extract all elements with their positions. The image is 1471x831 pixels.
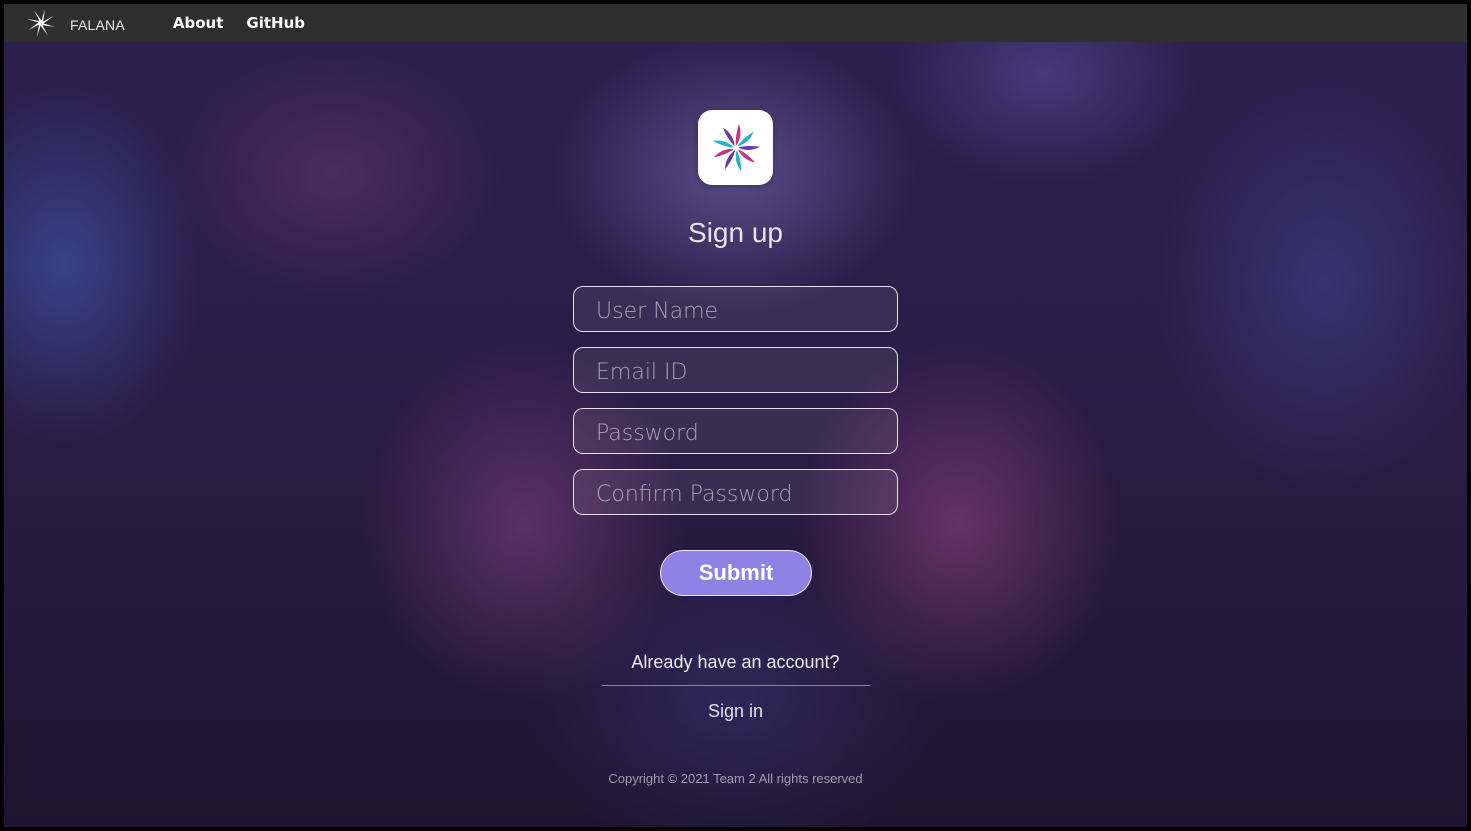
signin-link[interactable]: Sign in	[708, 701, 763, 721]
account-prompt: Already have an account?	[631, 652, 840, 672]
page-title: Sign up	[688, 217, 783, 248]
nav-about-link[interactable]: About	[173, 14, 224, 32]
submit-button[interactable]: Submit	[660, 550, 812, 596]
brand[interactable]: FALANA	[24, 6, 125, 40]
nav-links: About GitHub	[173, 14, 328, 32]
brand-name: FALANA	[70, 16, 125, 33]
signin-container: Sign in	[4, 701, 1467, 722]
divider	[602, 685, 870, 686]
confirm-password-field[interactable]	[573, 469, 898, 515]
password-field[interactable]	[573, 408, 898, 454]
page: FALANA About GitHub Sign up Su	[4, 4, 1467, 827]
nav-github-link[interactable]: GitHub	[246, 14, 305, 32]
top-navbar: FALANA About GitHub	[4, 4, 1467, 42]
copyright-text: Copyright © 2021 Team 2 All rights reser…	[608, 771, 863, 786]
email-field[interactable]	[573, 347, 898, 393]
falana-star-logo-icon	[24, 6, 58, 40]
falana-color-logo-icon	[698, 110, 773, 185]
username-field[interactable]	[573, 286, 898, 332]
